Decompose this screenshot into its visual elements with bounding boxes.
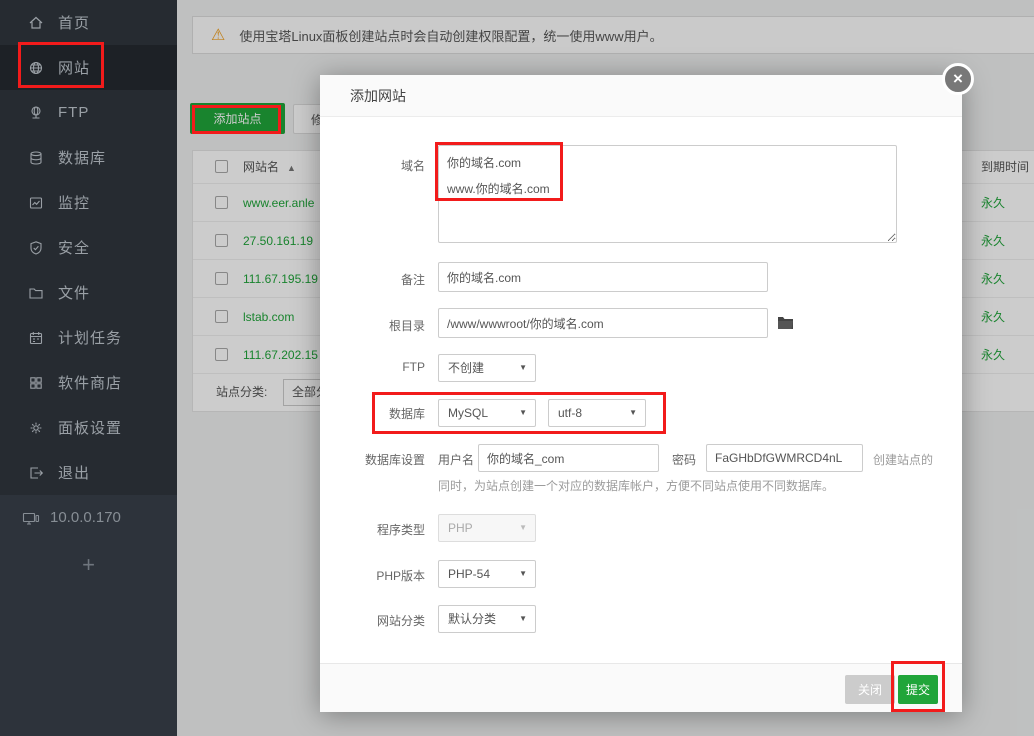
appstore-icon	[30, 376, 42, 389]
chevron-down-icon: ▼	[519, 569, 527, 578]
site-category-label: 网站分类	[376, 614, 425, 628]
sidebar-item-database[interactable]: 数据库	[0, 135, 177, 180]
logout-icon	[30, 466, 44, 479]
submit-button[interactable]: 提交	[898, 675, 938, 704]
add-website-modal: 添加网站 域名 你的域名.com www.你的域名.com 备注 根目录 FTP…	[320, 75, 962, 712]
sidebar-item-appstore[interactable]: 软件商店	[0, 360, 177, 405]
sidebar-item-label: 网站	[58, 60, 91, 77]
note-label: 备注	[400, 273, 425, 287]
php-version-select[interactable]: PHP-54 ▼	[438, 560, 536, 588]
chevron-down-icon: ▼	[519, 363, 527, 372]
note-input[interactable]	[438, 262, 768, 292]
monitor-icon	[29, 196, 43, 209]
ftp-icon	[31, 105, 41, 119]
gear-icon	[30, 422, 42, 433]
sidebar-item-label: 数据库	[58, 150, 107, 167]
sidebar-item-settings[interactable]: 面板设置	[0, 405, 177, 450]
db-password-label: 密码	[672, 453, 697, 467]
sidebar-item-files[interactable]: 文件	[0, 270, 177, 315]
server-monitor-icon	[22, 512, 40, 525]
chevron-down-icon: ▼	[629, 408, 637, 417]
folder-picker-icon[interactable]	[777, 315, 794, 330]
sidebar-item-security[interactable]: 安全	[0, 225, 177, 270]
shield-icon	[30, 240, 42, 255]
chevron-down-icon: ▼	[519, 408, 527, 417]
sidebar-item-label: 安全	[58, 240, 91, 257]
close-button[interactable]: 关闭	[845, 675, 895, 704]
sidebar-item-ftp[interactable]: FTP	[0, 90, 177, 135]
sidebar-item-cron[interactable]: 计划任务	[0, 315, 177, 360]
sidebar-item-label: 首页	[58, 15, 91, 32]
sidebar-item-label: 软件商店	[58, 375, 123, 392]
db-hint-line2: 同时，为站点创建一个对应的数据库帐户，方便不同站点使用不同数据库。	[438, 479, 835, 493]
db-setting-label: 数据库设置	[364, 453, 425, 467]
home-icon	[29, 16, 43, 29]
sidebar: 首页 网站 FTP 数据库 监控 安全 文件 计划任务 软件商店 面板设置 退出…	[0, 0, 177, 736]
modal-footer: 关闭 提交	[320, 663, 962, 712]
add-server-button[interactable]: +	[0, 552, 177, 578]
program-type-select: PHP ▼	[438, 514, 536, 542]
server-entry[interactable]: 10.0.0.170	[0, 495, 177, 540]
site-category-select[interactable]: 默认分类 ▼	[438, 605, 536, 633]
ftp-label: FTP	[402, 360, 425, 374]
sidebar-item-monitor[interactable]: 监控	[0, 180, 177, 225]
modal-title: 添加网站	[350, 88, 406, 104]
root-dir-label: 根目录	[388, 319, 425, 333]
sidebar-item-label: 监控	[58, 195, 91, 212]
sidebar-item-label: 面板设置	[58, 420, 123, 437]
sidebar-item-label: 计划任务	[58, 330, 123, 347]
domain-textarea[interactable]: 你的域名.com www.你的域名.com	[438, 145, 897, 243]
database-icon	[30, 150, 42, 165]
db-username-label: 用户名	[438, 453, 475, 467]
sidebar-item-label: FTP	[58, 104, 90, 121]
chevron-down-icon: ▼	[519, 614, 527, 623]
database-type-select[interactable]: MySQL ▼	[438, 399, 536, 427]
calendar-icon	[29, 331, 43, 344]
database-charset-select[interactable]: utf-8 ▼	[548, 399, 646, 427]
php-version-label: PHP版本	[376, 569, 425, 583]
root-dir-input[interactable]	[438, 308, 768, 338]
chevron-down-icon: ▼	[519, 523, 527, 532]
sidebar-item-website[interactable]: 网站	[0, 45, 177, 90]
domain-label: 域名	[400, 159, 425, 173]
db-hint-line1: 创建站点的	[873, 453, 934, 467]
globe-icon	[29, 61, 43, 74]
database-label: 数据库	[388, 407, 425, 421]
modal-header: 添加网站	[320, 75, 962, 117]
sidebar-server-section: 10.0.0.170 +	[0, 495, 177, 736]
baota-panel-page: 首页 网站 FTP 数据库 监控 安全 文件 计划任务 软件商店 面板设置 退出…	[0, 0, 1034, 736]
ftp-select[interactable]: 不创建 ▼	[438, 354, 536, 382]
db-password-input[interactable]	[706, 444, 863, 472]
sidebar-item-label: 文件	[58, 285, 91, 302]
server-ip-label: 10.0.0.170	[50, 509, 121, 526]
sidebar-item-logout[interactable]: 退出	[0, 450, 177, 495]
sidebar-item-home[interactable]: 首页	[0, 0, 177, 45]
folder-icon	[29, 287, 43, 299]
sidebar-item-label: 退出	[58, 465, 91, 482]
program-type-label: 程序类型	[376, 523, 425, 537]
db-username-input[interactable]	[478, 444, 659, 472]
modal-close-icon[interactable]: ×	[942, 63, 974, 95]
